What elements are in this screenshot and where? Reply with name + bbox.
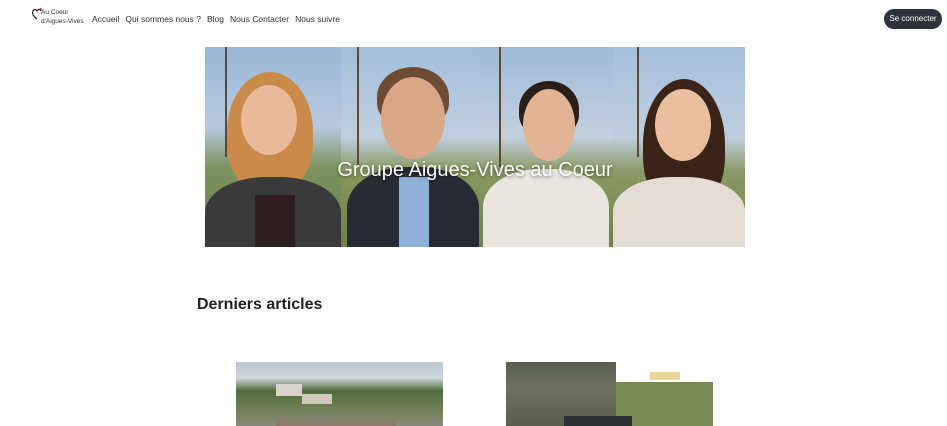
login-button[interactable]: Se connecter <box>884 9 942 29</box>
article-card-2-image[interactable] <box>506 362 713 426</box>
hero-banner: Groupe Aigues-Vives au Coeur <box>205 47 745 247</box>
main-nav: Accueil Qui sommes nous ? Blog Nous Cont… <box>92 14 346 24</box>
house <box>276 384 302 396</box>
face <box>655 89 711 161</box>
hero-title: Groupe Aigues-Vives au Coeur <box>337 159 613 181</box>
tree-trunk <box>357 47 359 167</box>
nav-item-qui-sommes-nous[interactable]: Qui sommes nous ? <box>125 14 201 24</box>
face <box>241 85 297 155</box>
hero-photo-2 <box>341 47 479 247</box>
logo-text-line1: Au Coeur <box>41 9 69 16</box>
floral-top <box>255 195 295 247</box>
top <box>613 177 745 247</box>
section-title-latest-articles: Derniers articles <box>197 296 323 313</box>
nav-item-blog[interactable]: Blog <box>207 14 224 24</box>
nav-item-nous-suivre[interactable]: Nous suivre <box>295 14 340 24</box>
shirt <box>399 177 429 247</box>
hero-photo-1 <box>205 47 341 247</box>
logo-text-line2: d'Aigues-Vives <box>41 18 84 25</box>
sign <box>650 372 680 380</box>
hero-photo-4 <box>613 47 745 247</box>
tree-trunk <box>499 47 501 167</box>
site-logo[interactable]: Au Coeur d'Aigues-Vives <box>31 7 84 31</box>
site-header: Au Coeur d'Aigues-Vives Accueil Qui somm… <box>0 0 947 40</box>
article-card-1-image[interactable] <box>236 362 443 426</box>
nav-item-accueil[interactable]: Accueil <box>92 14 119 24</box>
hero-photo-3 <box>479 47 613 247</box>
nav-item-nous-contacter[interactable]: Nous Contacter <box>230 14 289 24</box>
house <box>302 394 332 404</box>
rooftop <box>276 420 396 426</box>
face <box>381 77 445 159</box>
face <box>523 89 575 161</box>
dark-sign <box>564 416 632 426</box>
tree-trunk <box>637 47 639 157</box>
